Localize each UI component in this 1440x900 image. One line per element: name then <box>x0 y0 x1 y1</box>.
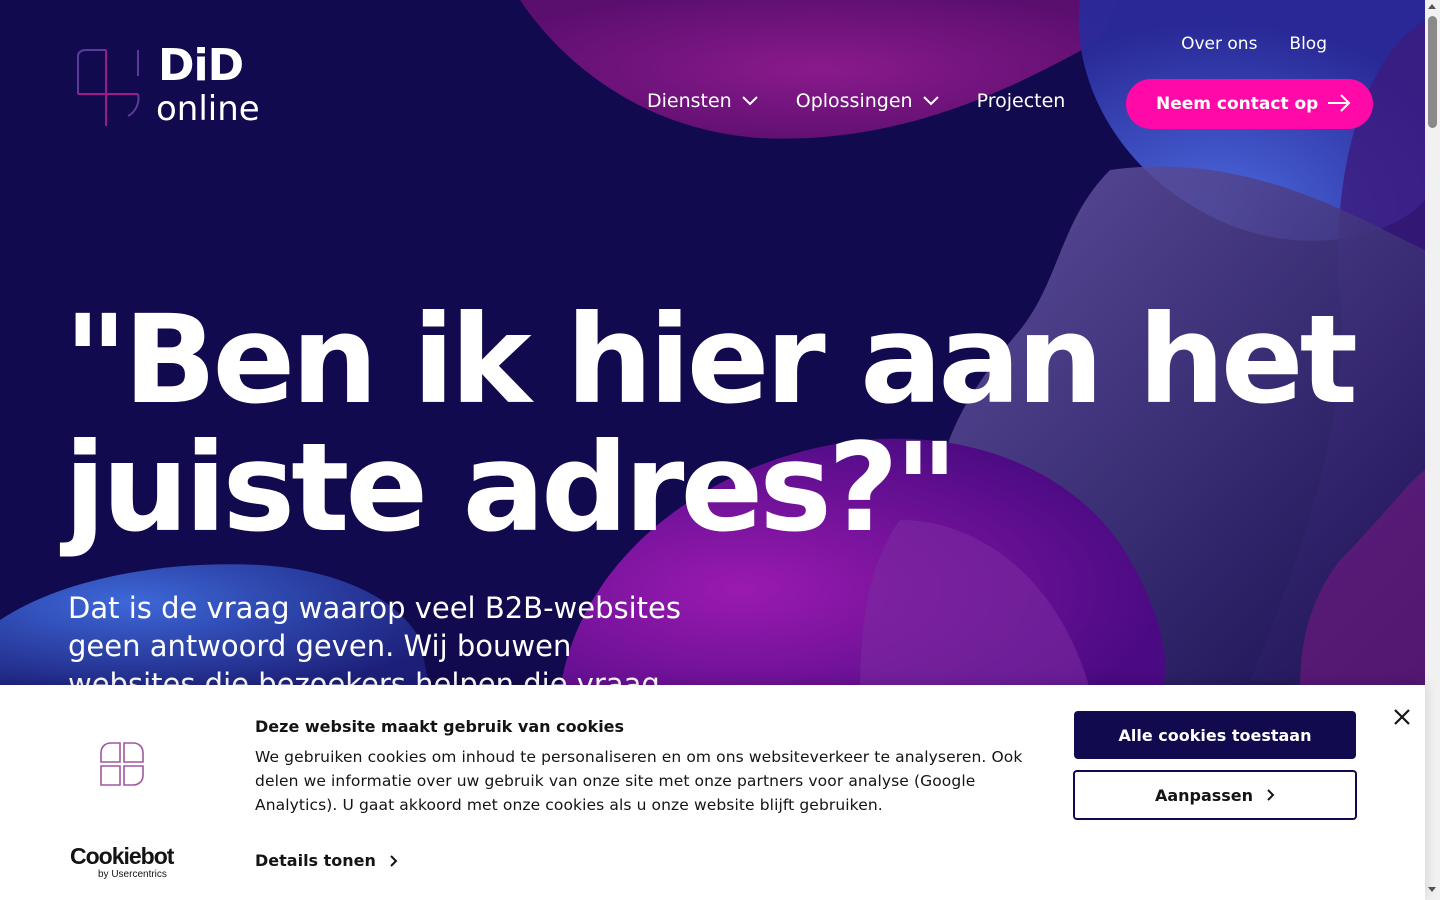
nav-item-label: Oplossingen <box>795 90 913 112</box>
nav-item-diensten[interactable]: Diensten <box>647 90 758 112</box>
chevron-right-icon <box>390 854 398 867</box>
scroll-down-arrow-icon[interactable] <box>1428 887 1436 892</box>
cookie-banner: Cookiebot by Usercentrics Deze website m… <box>0 685 1425 900</box>
hero-title-line-1: "Ben ik hier aan het <box>64 289 1358 431</box>
show-details-label: Details tonen <box>255 851 376 870</box>
top-navigation: Over ons Blog <box>1181 34 1327 54</box>
cookie-title: Deze website maakt gebruik van cookies <box>255 717 625 736</box>
did-online-logo[interactable]: DiD online <box>76 44 266 134</box>
hero-title-line-2: juiste adres?" <box>64 417 958 559</box>
chevron-down-icon <box>742 96 758 106</box>
scrollbar-thumb[interactable] <box>1428 16 1437 128</box>
hero-title: "Ben ik hier aan het juiste adres?" <box>64 296 1364 552</box>
contact-button-label: Neem contact op <box>1156 94 1319 114</box>
nav-link-over-ons[interactable]: Over ons <box>1181 34 1257 54</box>
nav-item-label: Diensten <box>647 90 732 112</box>
chevron-down-icon <box>922 96 939 106</box>
customize-cookies-button[interactable]: Aanpassen <box>1073 770 1357 820</box>
allow-all-cookies-button[interactable]: Alle cookies toestaan <box>1074 711 1356 759</box>
show-details-link[interactable]: Details tonen <box>255 851 398 870</box>
logo-text-did: DiD <box>158 40 244 91</box>
nav-link-blog[interactable]: Blog <box>1289 34 1327 54</box>
page-scrollbar[interactable] <box>1425 0 1440 900</box>
cookie-description: We gebruiken cookies om inhoud te person… <box>255 748 1023 814</box>
nav-item-label: Projecten <box>976 90 1066 112</box>
main-navigation: Diensten Oplossingen Projecten <box>647 90 1103 112</box>
logo-text-online: online <box>156 89 260 129</box>
arrow-right-icon <box>1328 94 1351 112</box>
contact-button[interactable]: Neem contact op <box>1126 79 1373 129</box>
nav-item-oplossingen[interactable]: Oplossingen <box>796 90 939 112</box>
logo-mark-icon <box>77 49 140 126</box>
cookiebot-logo[interactable]: Cookiebot by Usercentrics <box>70 843 174 881</box>
cookiebot-byline: by Usercentrics <box>98 869 167 880</box>
customize-label: Aanpassen <box>1154 785 1254 805</box>
cookiebot-mark-icon <box>100 742 144 786</box>
scroll-up-arrow-icon[interactable] <box>1428 4 1436 9</box>
cookiebot-name: Cookiebot <box>70 843 174 869</box>
nav-item-projecten[interactable]: Projecten <box>977 90 1066 112</box>
close-icon[interactable] <box>1393 708 1411 726</box>
chevron-right-icon <box>1267 789 1275 801</box>
